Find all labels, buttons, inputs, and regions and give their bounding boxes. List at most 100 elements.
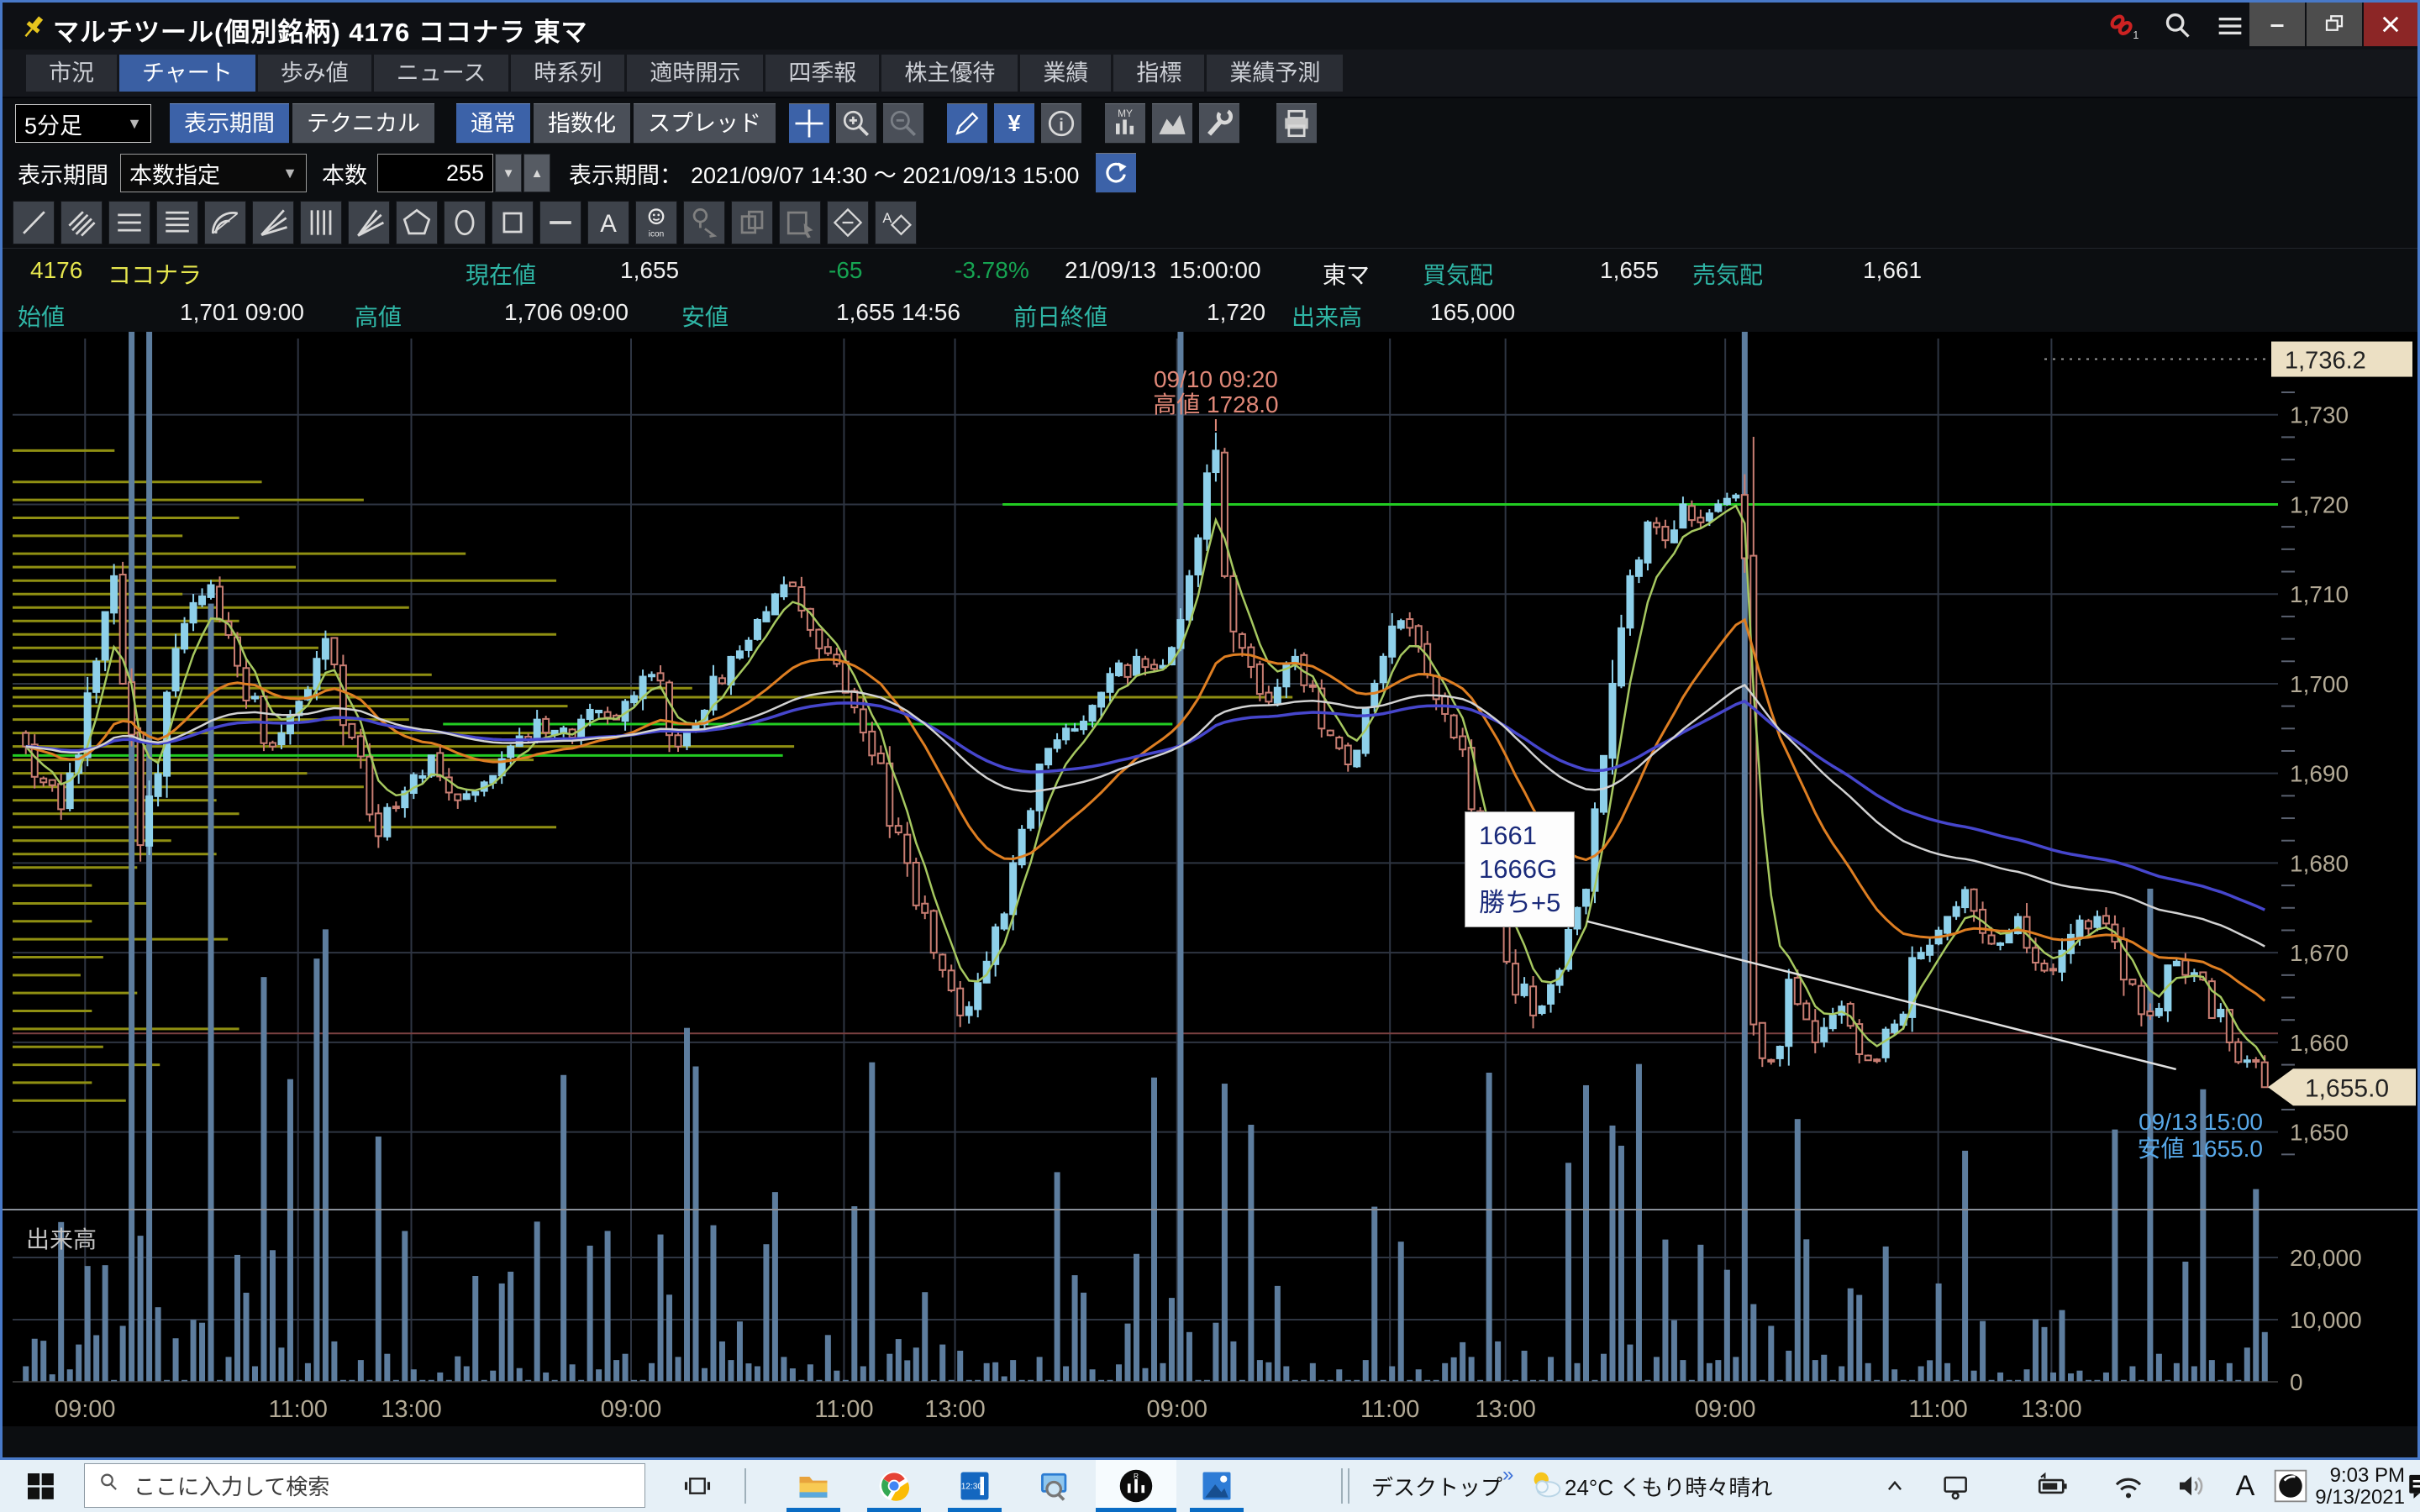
search-icon[interactable]: [2160, 9, 2197, 43]
svg-text:1,730: 1,730: [2290, 402, 2349, 428]
toolbar-button-通常[interactable]: 通常: [456, 103, 530, 144]
hlines4-tool-icon[interactable]: [156, 201, 198, 244]
anchor-tool-icon[interactable]: [683, 201, 725, 244]
count-decrement-button[interactable]: ▼: [495, 154, 522, 192]
rectangle-tool-icon[interactable]: [492, 201, 534, 244]
wrench-icon[interactable]: [1199, 103, 1239, 144]
candlestick-chart[interactable]: 1,6501,6601,6701,6801,6901,7001,7101,720…: [3, 332, 2417, 1426]
menu-icon[interactable]: [2212, 9, 2249, 43]
my-indicator-icon[interactable]: MY: [1105, 103, 1145, 144]
ellipse-tool-icon[interactable]: [444, 201, 486, 244]
tab-市況[interactable]: 市況: [26, 55, 117, 92]
snip-icon[interactable]: [1015, 1460, 1096, 1512]
svg-text:11:00: 11:00: [268, 1396, 327, 1423]
task-view-icon[interactable]: [672, 1460, 723, 1512]
tab-ニュース[interactable]: ニュース: [374, 55, 509, 92]
svg-text:A: A: [882, 211, 892, 226]
period-mode-select[interactable]: 本数指定 ▼: [120, 154, 307, 192]
desktop-expand-icon[interactable]: »: [1502, 1463, 1513, 1487]
speaker-icon[interactable]: [2168, 1460, 2215, 1512]
drawing-toolbar: Aicon A: [3, 197, 2417, 248]
tab-指標[interactable]: 指標: [1113, 55, 1204, 92]
tab-適時開示[interactable]: 適時開示: [627, 55, 763, 92]
taskbar-search-input[interactable]: ここに入力して検索: [84, 1463, 645, 1508]
taskbar-clock[interactable]: 9:03 PM 9/13/2021: [2312, 1465, 2405, 1509]
wifi-icon[interactable]: [2105, 1460, 2152, 1512]
taskbar-separator: [1341, 1468, 1343, 1504]
price-chart[interactable]: 1,6501,6601,6701,6801,6901,7001,7101,720…: [3, 332, 2417, 1426]
text-tool-icon[interactable]: A: [587, 201, 629, 244]
toolbar-button-指数化[interactable]: 指数化: [534, 103, 630, 144]
clock-app-icon[interactable]: 12:30: [934, 1460, 1015, 1512]
hand-tool-icon[interactable]: [779, 201, 821, 244]
svg-text:R: R: [1134, 1473, 1139, 1480]
tab-四季報[interactable]: 四季報: [765, 55, 879, 92]
trading-app-icon[interactable]: R: [1096, 1460, 1176, 1512]
svg-text:1,710: 1,710: [2290, 581, 2349, 607]
speed-lines-tool-icon[interactable]: [348, 201, 390, 244]
desktop-toolbar-label[interactable]: デスクトップ: [1370, 1460, 1504, 1512]
tab-チャート[interactable]: チャート: [119, 55, 255, 92]
svg-text:1,650: 1,650: [2290, 1120, 2349, 1146]
order-tooltip: 1661 1666G 勝ち+5: [1465, 811, 1575, 927]
search-glass-icon: [97, 1470, 122, 1501]
toolbar-button-スプレッド[interactable]: スプレッド: [634, 103, 776, 144]
ime-mode-a-icon[interactable]: A: [2227, 1460, 2264, 1512]
tab-株主優待[interactable]: 株主優待: [881, 55, 1018, 92]
eraser-all-tool-icon[interactable]: A: [875, 201, 917, 244]
icon-stamp-tool-icon[interactable]: icon: [635, 201, 677, 244]
count-input[interactable]: 255: [377, 154, 493, 192]
link-icon[interactable]: 1: [2103, 9, 2140, 43]
yen-icon[interactable]: ¥: [994, 103, 1034, 144]
quote-panel: 4176 ココナラ 現在値 1,655 -65 -3.78% 21/09/13 …: [3, 248, 2417, 333]
zoom-out-icon[interactable]: [883, 103, 923, 144]
svg-text:1,660: 1,660: [2290, 1030, 2349, 1056]
reset-period-icon[interactable]: [1096, 153, 1136, 193]
minimize-button[interactable]: [2249, 3, 2305, 46]
chrome-icon[interactable]: [854, 1460, 934, 1512]
restore-button[interactable]: [2307, 3, 2362, 46]
svg-text:13:00: 13:00: [2021, 1396, 2082, 1423]
printer-icon[interactable]: [1276, 103, 1317, 144]
toolbar-button-表示期間[interactable]: 表示期間: [170, 103, 289, 144]
ime-ball-icon[interactable]: [2269, 1460, 2312, 1512]
parallel-lines-tool-icon[interactable]: [60, 201, 103, 244]
zoom-in-icon[interactable]: [836, 103, 876, 144]
svg-text:0: 0: [2290, 1369, 2303, 1395]
hsegment-tool-icon[interactable]: [539, 201, 581, 244]
battery-icon[interactable]: [2029, 1460, 2076, 1512]
clock-time: 9:03 PM: [2312, 1465, 2405, 1487]
vlines-tool-icon[interactable]: [300, 201, 342, 244]
tab-時系列[interactable]: 時系列: [511, 55, 624, 92]
pencil-icon[interactable]: [947, 103, 987, 144]
toolbar-button-テクニカル[interactable]: テクニカル: [292, 103, 434, 144]
copy-tool-icon[interactable]: [731, 201, 773, 244]
count-increment-button[interactable]: ▲: [523, 154, 550, 192]
action-center-icon[interactable]: [2402, 1460, 2420, 1512]
cast-icon[interactable]: [1933, 1460, 1980, 1512]
weather-icon[interactable]: [1523, 1460, 1570, 1512]
fan-lines-tool-icon[interactable]: [252, 201, 294, 244]
tab-業績[interactable]: 業績: [1020, 55, 1111, 92]
interval-select[interactable]: 5分足 ▼: [15, 104, 151, 143]
svg-text:icon: icon: [649, 230, 665, 239]
tab-歩み値[interactable]: 歩み値: [258, 55, 371, 92]
trendline-tool-icon[interactable]: [13, 201, 55, 244]
weather-text[interactable]: 24°C くもり時々晴れ: [1565, 1460, 1842, 1512]
info-icon[interactable]: i: [1041, 103, 1081, 144]
windows-start-icon[interactable]: [15, 1460, 66, 1512]
explorer-icon[interactable]: [773, 1460, 854, 1512]
fib-arcs-tool-icon[interactable]: [204, 201, 246, 244]
close-button[interactable]: [2364, 3, 2417, 46]
tray-chevron-up-icon[interactable]: [1874, 1460, 1916, 1512]
range-label: 表示期間：: [569, 157, 682, 190]
svg-text:安値 1655.0: 安値 1655.0: [2138, 1136, 2263, 1162]
crosshair-icon[interactable]: [789, 103, 829, 144]
photos-icon[interactable]: [1176, 1460, 1257, 1512]
eraser-tool-icon[interactable]: [827, 201, 869, 244]
area-chart-icon[interactable]: [1152, 103, 1192, 144]
hlines3-tool-icon[interactable]: [108, 201, 150, 244]
pentagon-tool-icon[interactable]: [396, 201, 438, 244]
tab-業績予測[interactable]: 業績予測: [1207, 55, 1343, 92]
svg-text:出来高: 出来高: [26, 1226, 97, 1252]
